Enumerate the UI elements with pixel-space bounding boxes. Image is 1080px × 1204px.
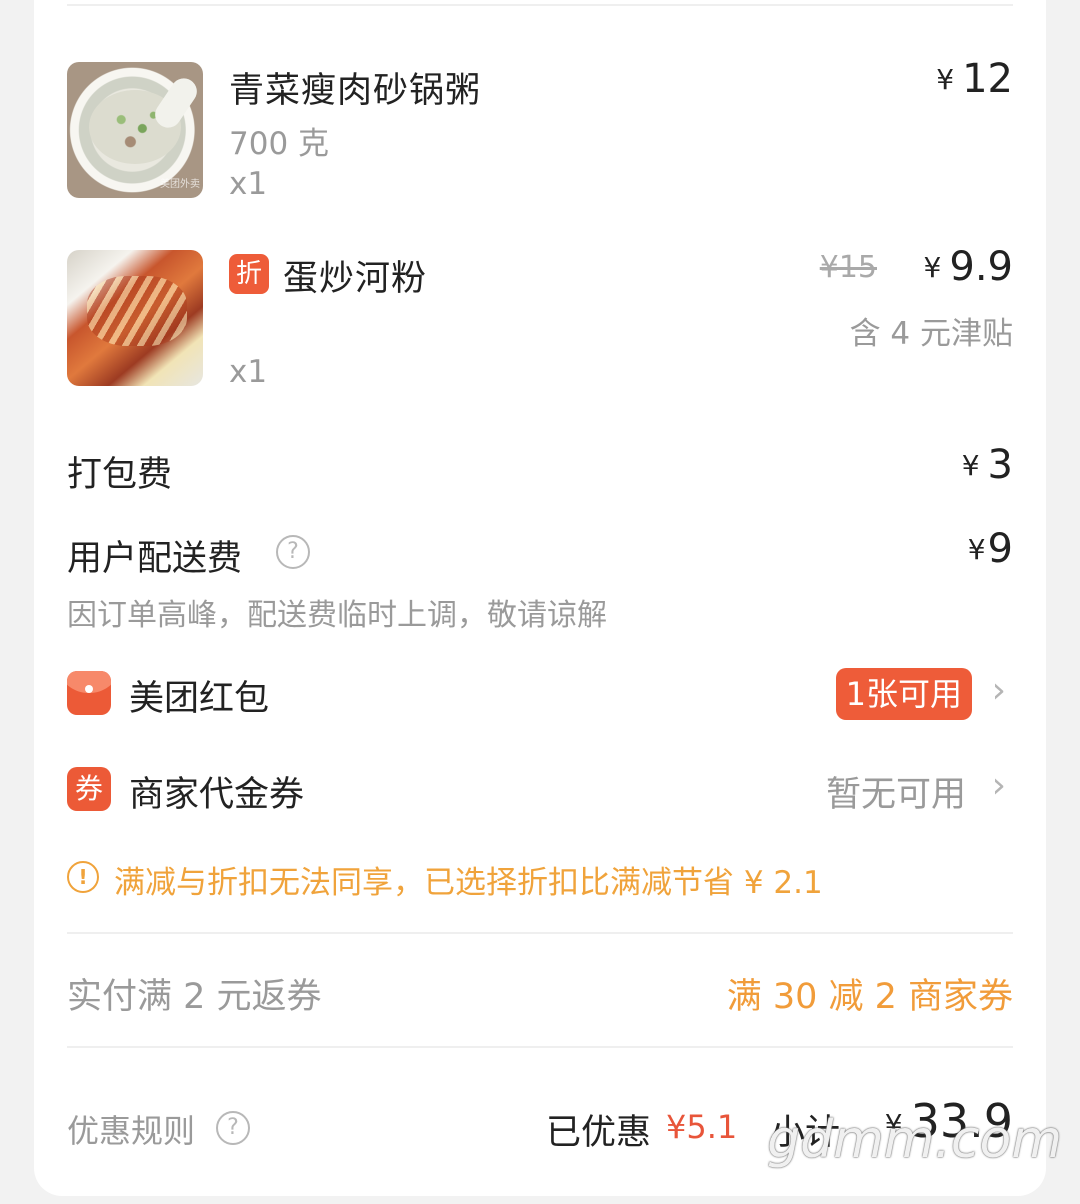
- packing-fee-label: 打包费: [67, 455, 173, 495]
- merchant-coupon-label[interactable]: 商家代金券: [129, 766, 304, 817]
- chevron-right-icon[interactable]: ›: [992, 670, 1006, 711]
- coupon-icon: 券: [67, 767, 111, 811]
- order-item[interactable]: 折 蛋炒河粉 x1 ¥15 ¥9.9 含 4 元津贴: [67, 244, 1013, 390]
- chevron-right-icon[interactable]: ›: [992, 765, 1006, 806]
- red-packet-icon: [67, 671, 111, 715]
- dish-spec: 700 克: [229, 126, 330, 162]
- return-coupon-value: 满 30 减 2 商家券: [726, 977, 1013, 1017]
- top-divider: [67, 4, 1013, 6]
- dish-quantity: x1: [229, 354, 268, 390]
- delivery-fee-amount: ¥9: [968, 526, 1013, 572]
- discount-warning-text: 满减与折扣无法同享，已选择折扣比满减节省 ¥ 2.1: [114, 865, 823, 901]
- dish-quantity: x1: [229, 166, 268, 202]
- red-packet-label[interactable]: 美团红包: [129, 670, 269, 721]
- dish-image: 美团外卖: [67, 62, 203, 198]
- section-divider: [67, 1046, 1013, 1048]
- delivery-fee-note: 因订单高峰，配送费临时上调，敬请谅解: [67, 598, 607, 633]
- currency-symbol: ¥: [967, 533, 986, 566]
- dish-image: [67, 250, 203, 386]
- section-divider: [67, 932, 1013, 934]
- return-coupon-label: 实付满 2 元返券: [67, 977, 322, 1017]
- price-value: 3: [987, 442, 1013, 488]
- image-watermark: 美团外卖: [160, 179, 200, 190]
- subsidy-note: 含 4 元津贴: [849, 316, 1013, 352]
- warning-icon: !: [67, 861, 99, 893]
- dish-price: ¥12: [936, 56, 1013, 102]
- currency-symbol: ¥: [936, 63, 955, 96]
- dish-price: ¥9.9: [924, 244, 1013, 290]
- discount-badge: 折: [229, 254, 269, 294]
- price-value: 12: [962, 56, 1013, 102]
- dish-name: 蛋炒河粉: [283, 259, 428, 299]
- currency-symbol: ¥: [961, 449, 980, 482]
- discount-rules-label[interactable]: 优惠规则: [67, 1106, 195, 1152]
- available-count-badge[interactable]: 1张可用: [835, 668, 972, 720]
- price-value: 9: [987, 526, 1013, 572]
- packing-fee-amount: ¥3: [962, 442, 1013, 488]
- order-summary-card: 美团外卖 青菜瘦肉砂锅粥 700 克 x1 ¥12 折 蛋炒河粉 x1 ¥15 …: [34, 0, 1046, 1196]
- delivery-fee-label: 用户配送费: [67, 539, 243, 579]
- original-price: ¥15: [819, 250, 877, 285]
- merchant-coupon-status[interactable]: 暂无可用: [826, 766, 966, 817]
- order-item[interactable]: 美团外卖 青菜瘦肉砂锅粥 700 克 x1 ¥12: [67, 56, 1013, 202]
- help-icon[interactable]: ?: [276, 535, 310, 569]
- price-value: 9.9: [949, 244, 1013, 290]
- saved-label: 已优惠: [546, 1113, 652, 1153]
- dish-name: 青菜瘦肉砂锅粥: [229, 71, 482, 111]
- currency-symbol: ¥: [923, 251, 942, 284]
- site-watermark: gdmm.com: [767, 1110, 1062, 1170]
- saved-amount: ¥5.1: [666, 1108, 738, 1146]
- help-icon[interactable]: ?: [216, 1111, 250, 1145]
